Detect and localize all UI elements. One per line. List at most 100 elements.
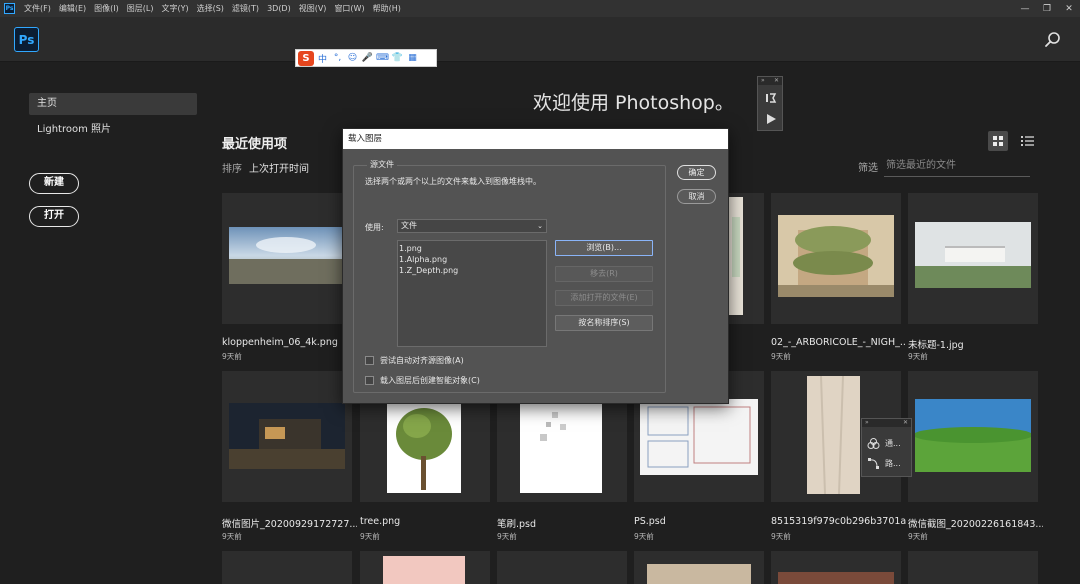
file-thumbnail (729, 197, 743, 315)
file-name: 02_-_ARBORICOLE_-_NIGH_... (771, 337, 906, 348)
ime-emoji-icon[interactable]: ☺ (346, 51, 359, 65)
file-thumbnail (778, 215, 894, 297)
recent-file-tile[interactable] (360, 551, 490, 584)
grid-view-icon[interactable] (988, 131, 1008, 151)
menu-layer[interactable]: 图层(L) (123, 0, 158, 17)
list-item[interactable]: 1.Z_Depth.png (399, 265, 545, 276)
file-thumbnail (778, 572, 894, 584)
filter-input[interactable] (884, 155, 1030, 177)
floating-tool-panel: » ✕ (757, 76, 783, 131)
list-item[interactable]: 1.png (399, 243, 545, 254)
collapse-icon[interactable]: » (865, 419, 869, 427)
recent-file-tile[interactable] (634, 551, 764, 584)
ime-voice-icon[interactable]: 🎤 (361, 51, 374, 65)
menu-3d[interactable]: 3D(D) (263, 0, 295, 17)
file-thumbnail (640, 399, 758, 475)
panel-header[interactable]: » ✕ (862, 419, 911, 427)
file-thumbnail (915, 222, 1031, 288)
use-select[interactable]: 文件 ⌄ (397, 219, 547, 233)
recent-file-tile[interactable] (771, 193, 901, 324)
collapse-icon[interactable]: » (761, 77, 765, 85)
file-name: 微信截图_20200226161843.... (908, 519, 1043, 530)
menu-bar: Ps 文件(F) 编辑(E) 图像(I) 图层(L) 文字(Y) 选择(S) 滤… (0, 0, 1080, 17)
window-controls: — ❐ ✕ (1014, 0, 1080, 17)
file-name: tree.png (360, 516, 401, 527)
channels-icon (867, 438, 880, 449)
recent-file-tile[interactable] (908, 193, 1038, 324)
ime-chinese-mode-icon[interactable]: 中 (316, 51, 329, 65)
history-brush-icon[interactable] (764, 91, 778, 105)
sidebar-item-home[interactable]: 主页 (29, 93, 197, 115)
close-icon[interactable]: ✕ (1058, 0, 1080, 17)
remove-button[interactable]: 移去(R) (555, 266, 653, 282)
floating-channels-panel: » ✕ 通... 路... (861, 418, 912, 477)
file-date: 9天前 (771, 532, 791, 541)
menu-type[interactable]: 文字(Y) (157, 0, 192, 17)
restore-icon[interactable]: ❐ (1036, 0, 1058, 17)
close-icon[interactable]: ✕ (903, 419, 908, 427)
close-icon[interactable]: ✕ (774, 77, 779, 85)
list-item[interactable]: 1.Alpha.png (399, 254, 545, 265)
auto-align-option[interactable]: 尝试自动对齐源图像(A) (365, 355, 464, 366)
file-date: 9天前 (497, 532, 517, 541)
list-view-icon[interactable] (1017, 131, 1037, 151)
menu-view[interactable]: 视图(V) (295, 0, 331, 17)
panel-item-channels[interactable]: 通... (867, 437, 901, 450)
menu-edit[interactable]: 编辑(E) (55, 0, 90, 17)
search-icon[interactable] (1044, 31, 1062, 49)
minimize-icon[interactable]: — (1014, 0, 1036, 17)
file-thumbnail (229, 227, 344, 284)
recent-file-tile[interactable] (497, 551, 627, 584)
sort-dropdown[interactable]: 上次打开时间 (249, 160, 309, 175)
menu-filter[interactable]: 滤镜(T) (228, 0, 263, 17)
file-list[interactable]: 1.png 1.Alpha.png 1.Z_Depth.png (397, 240, 547, 347)
sidebar-item-lightroom[interactable]: Lightroom 照片 (29, 119, 197, 141)
menu-file[interactable]: 文件(F) (20, 0, 55, 17)
add-open-files-button[interactable]: 添加打开的文件(E) (555, 290, 653, 306)
recent-file-tile[interactable] (222, 551, 352, 584)
panel-item-paths[interactable]: 路... (867, 457, 901, 470)
cancel-button[interactable]: 取消 (677, 189, 716, 204)
menu-window[interactable]: 窗口(W) (330, 0, 368, 17)
new-button[interactable]: 新建 (29, 173, 79, 194)
menu-help[interactable]: 帮助(H) (369, 0, 405, 17)
recent-file-tile[interactable] (908, 371, 1038, 502)
group-label: 源文件 (367, 159, 397, 170)
dialog-hint: 选择两个或两个以上的文件来载入到图像堆栈中。 (365, 177, 541, 186)
recent-title: 最近使用项 (222, 137, 288, 152)
ps-logo[interactable]: Ps (14, 27, 39, 52)
browse-button[interactable]: 浏览(B)... (555, 240, 653, 256)
file-thumbnail (387, 404, 461, 493)
ps-app-icon: Ps (4, 3, 15, 14)
sort-by-name-button[interactable]: 按名称排序(S) (555, 315, 653, 331)
recent-file-tile[interactable] (222, 193, 352, 324)
file-name: 未标题-1.jpg (908, 340, 964, 351)
ime-skin-icon[interactable]: 👕 (391, 51, 404, 65)
use-select-value: 文件 (401, 221, 417, 230)
smart-object-checkbox[interactable] (365, 376, 374, 385)
recent-file-tile[interactable] (222, 371, 352, 502)
filter-label: 筛选 (858, 163, 878, 174)
play-icon[interactable] (765, 113, 777, 125)
sort-label: 排序 (222, 164, 242, 175)
ok-button[interactable]: 确定 (677, 165, 716, 180)
open-button[interactable]: 打开 (29, 206, 79, 227)
file-name: 微信图片_20200929172727.... (222, 519, 357, 530)
file-date: 9天前 (222, 352, 242, 361)
menu-image[interactable]: 图像(I) (90, 0, 123, 17)
recent-file-tile[interactable] (771, 551, 901, 584)
smart-object-option[interactable]: 载入图层后创建智能对象(C) (365, 375, 480, 386)
ime-toolbox-icon[interactable]: ▦ (406, 51, 419, 65)
sogou-logo-icon[interactable]: S (298, 50, 314, 66)
ime-keyboard-icon[interactable]: ⌨ (376, 51, 389, 65)
menu-select[interactable]: 选择(S) (193, 0, 228, 17)
file-name: PS.psd (634, 516, 666, 527)
ime-punctuation-icon[interactable]: °, (331, 51, 344, 65)
auto-align-checkbox[interactable] (365, 356, 374, 365)
recent-file-tile[interactable] (908, 551, 1038, 584)
file-thumbnail (647, 564, 751, 584)
file-date: 9天前 (908, 352, 928, 361)
panel-header[interactable]: » ✕ (758, 77, 782, 85)
load-layers-dialog: 载入图层 源文件 选择两个或两个以上的文件来载入到图像堆栈中。 使用: 文件 ⌄… (342, 128, 729, 404)
use-label: 使用: (365, 223, 384, 232)
